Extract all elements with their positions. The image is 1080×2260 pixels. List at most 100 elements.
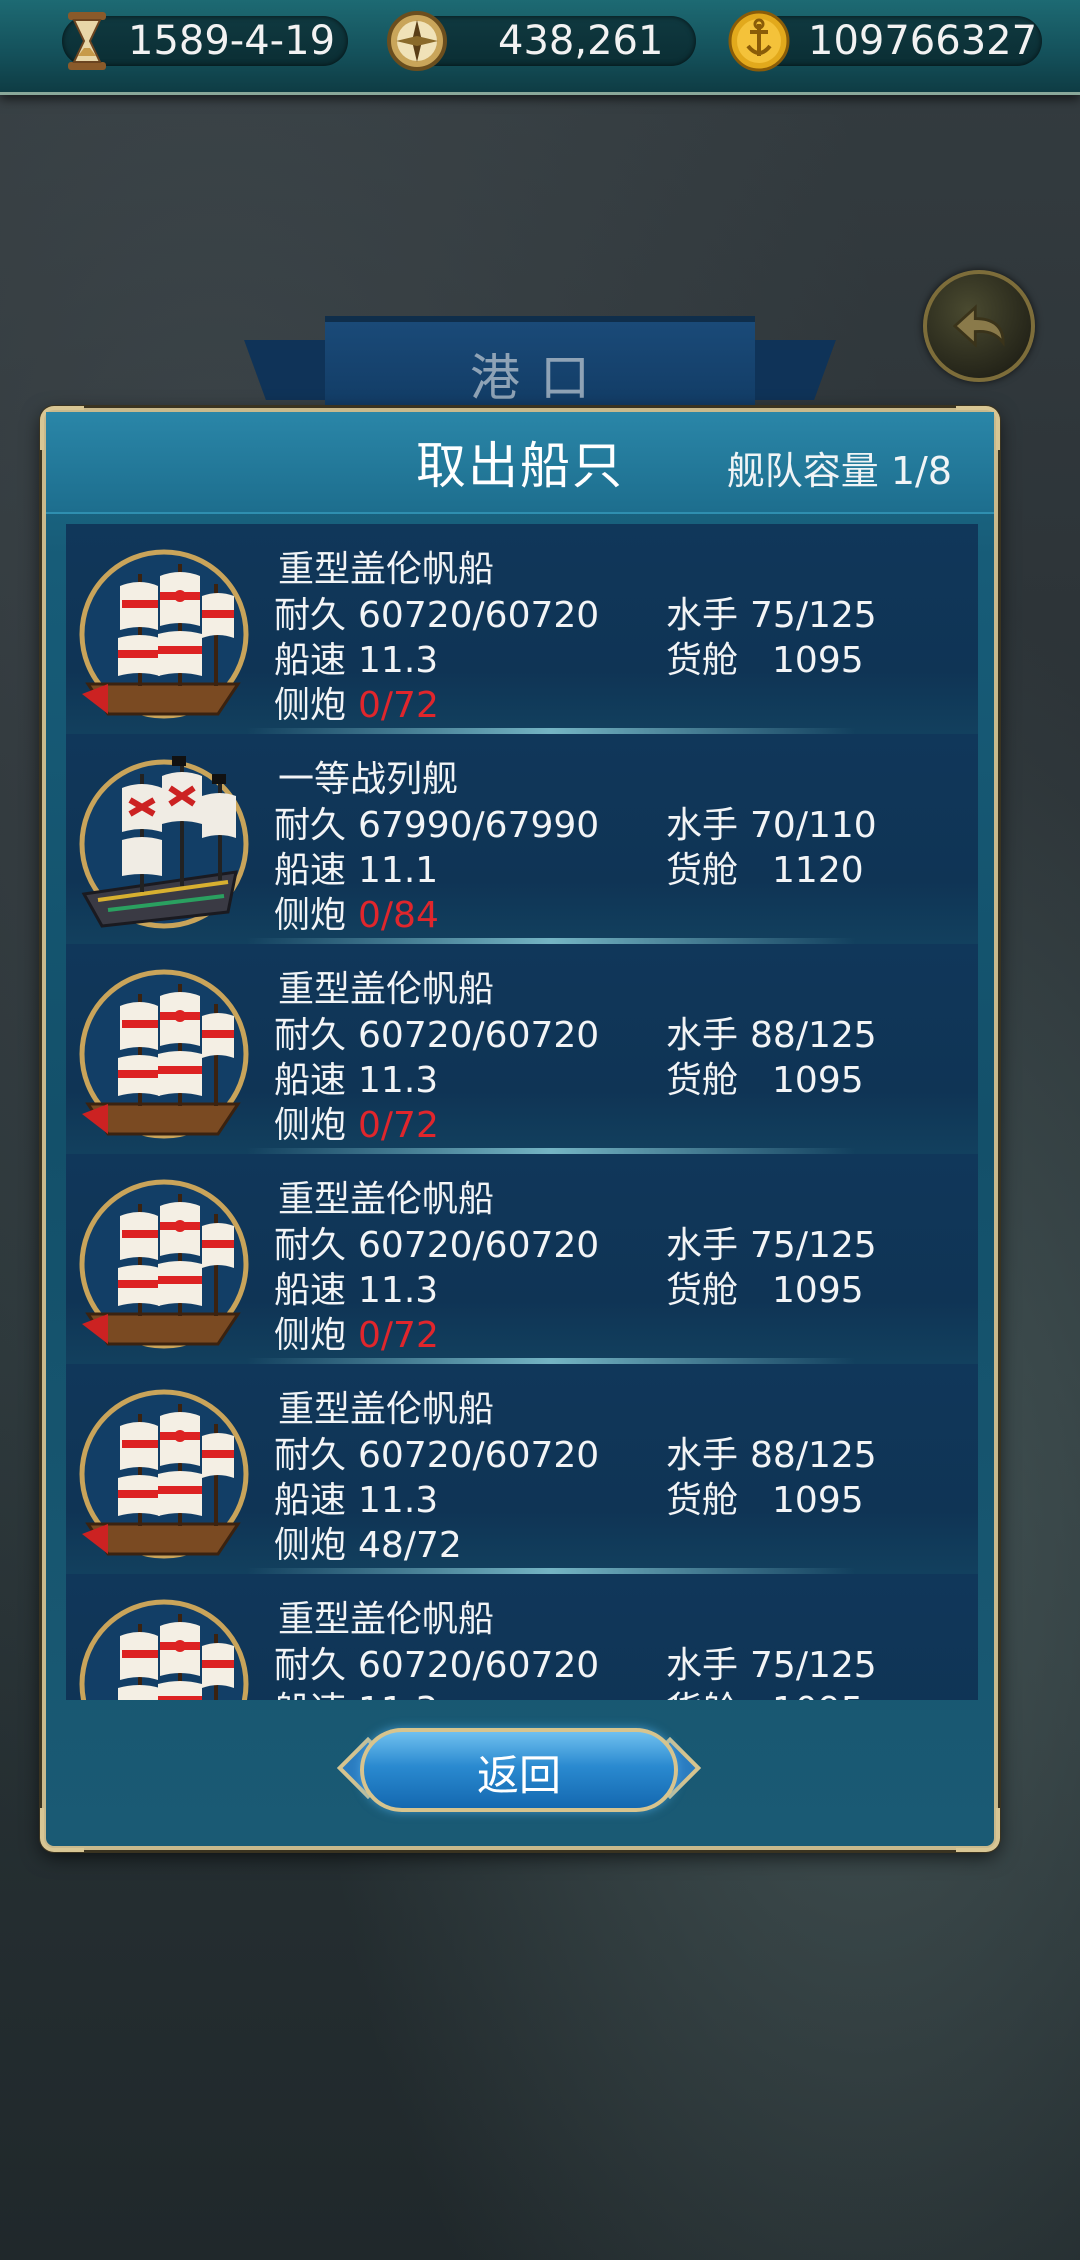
galleon-ship-icon — [79, 1179, 249, 1349]
crew-label: 水手 — [666, 1435, 739, 1476]
dialog-header: 取出船只 舰队容量 1/8 — [46, 412, 994, 514]
speed-value: 11.1 — [358, 850, 439, 891]
ship-broadside: 侧炮 0/72 — [274, 676, 439, 728]
cargo-label: 货舱 — [666, 850, 739, 891]
ship-row[interactable]: 重型盖伦帆船耐久 60720/60720 船速 11.3 侧炮 48/72 水手 88/125… — [66, 1364, 978, 1574]
speed-label: 船速 — [274, 640, 347, 681]
back-arrow-button[interactable] — [923, 270, 1035, 382]
cargo-value: 1120 — [772, 850, 864, 891]
durability-value: 67990/67990 — [358, 805, 600, 846]
ship-cargo: 货舱 1095 — [666, 1471, 864, 1523]
fleet-capacity-label: 舰队容量 — [726, 449, 879, 493]
ship-name: 重型盖伦帆船 — [278, 1599, 495, 1640]
gold-value: 109766327 — [808, 18, 1038, 64]
broadside-value: 0/72 — [358, 1315, 439, 1356]
durability-label: 耐久 — [274, 805, 347, 846]
galleon-ship-icon — [79, 1389, 249, 1559]
durability-value: 60720/60720 — [358, 595, 600, 636]
speed-value: 11.3 — [358, 1480, 439, 1521]
galleon-ship-icon — [79, 1599, 249, 1700]
withdraw-ship-dialog: 取出船只 舰队容量 1/8 重型盖伦帆船 耐久 60720/60720 船速 11.3 侧… — [40, 406, 1000, 1852]
hourglass-icon — [68, 12, 106, 70]
ship-speed: 船速 11.3 — [274, 1681, 438, 1700]
gold-coin-icon — [728, 10, 790, 72]
crew-label: 水手 — [666, 1015, 739, 1056]
crew-value: 75/125 — [750, 1645, 877, 1686]
crew-label: 水手 — [666, 1645, 739, 1686]
ship-broadside: 侧炮 0/84 — [274, 886, 439, 938]
durability-label: 耐久 — [274, 1015, 347, 1056]
return-button-label: 返回 — [476, 1751, 561, 1800]
crew-value: 88/125 — [750, 1435, 877, 1476]
speed-label: 船速 — [274, 850, 347, 891]
compass-value: 438,261 — [498, 18, 664, 64]
crew-value: 88/125 — [750, 1015, 877, 1056]
fleet-capacity-value: 1/8 — [890, 449, 952, 493]
durability-label: 耐久 — [274, 1645, 347, 1686]
ship-broadside: 侧炮 0/72 — [274, 1306, 439, 1358]
broadside-label: 侧炮 — [274, 1105, 347, 1146]
fleet-capacity: 舰队容量 1/8 — [727, 440, 952, 495]
cargo-value: 1095 — [772, 1270, 864, 1311]
cargo-label: 货舱 — [666, 1060, 739, 1101]
port-title: 港口 — [470, 349, 610, 407]
ship-of-the-line-icon — [79, 756, 249, 929]
broadside-value: 0/84 — [358, 895, 439, 936]
cargo-value: 1095 — [772, 640, 864, 681]
broadside-label: 侧炮 — [274, 1315, 347, 1356]
crew-value: 70/110 — [750, 805, 877, 846]
gold-resource: 109766327 — [728, 10, 1042, 72]
ship-row[interactable]: 一等战列舰 耐久 67990/67990 船速 11.1 侧炮 0/84 水手 70/110 货舱… — [66, 734, 978, 944]
ship-row[interactable]: 重型盖伦帆船耐久60720/60720船速11.3侧炮0/72水手75/125货… — [66, 1154, 978, 1364]
crew-label: 水手 — [666, 595, 739, 636]
durability-value: 60720/60720 — [358, 1645, 600, 1686]
ship-cargo: 货舱 1095 — [666, 631, 864, 683]
ship-broadside: 侧炮 48/72 — [274, 1516, 462, 1568]
ship-cargo: 货舱 1095 — [666, 1681, 864, 1700]
ship-name: 一等战列舰 — [278, 759, 459, 800]
ship-name: 重型盖伦帆船 — [278, 549, 495, 590]
ship-list[interactable]: 重型盖伦帆船 耐久 60720/60720 船速 11.3 侧炮 0/72 水手 75/125 货… — [66, 524, 978, 1700]
crew-value: 75/125 — [750, 595, 877, 636]
durability-label: 耐久 — [274, 1225, 347, 1266]
cargo-label: 货舱 — [666, 1270, 739, 1311]
galleon-ship-icon — [79, 969, 249, 1139]
ship-cargo: 货舱 1095 — [666, 1261, 864, 1313]
crew-label: 水手 — [666, 1225, 739, 1266]
speed-label: 船速 — [274, 1270, 347, 1311]
speed-value: 11.3 — [358, 1060, 439, 1101]
speed-value: 11.3 — [358, 1690, 438, 1700]
ship-row[interactable]: 重型盖伦帆船 耐久 60720/60720 船速 11.3 侧炮 0/72 水手 88/125 货… — [66, 944, 978, 1154]
broadside-label: 侧炮 — [274, 685, 347, 726]
speed-label: 船速 — [274, 1480, 347, 1521]
speed-label: 船速 — [274, 1690, 346, 1700]
ship-broadside: 侧炮 0/72 — [274, 1096, 439, 1148]
ship-name: 重型盖伦帆船 — [278, 1389, 495, 1430]
broadside-value: 0/72 — [358, 1105, 439, 1146]
durability-label: 耐久 — [274, 1435, 347, 1476]
broadside-label: 侧炮 — [274, 895, 347, 936]
compass-resource: 438,261 — [387, 11, 696, 71]
speed-label: 船速 — [274, 1060, 347, 1101]
date-value: 1589-4-19 — [128, 18, 336, 64]
cargo-value: 1095 — [772, 1060, 864, 1101]
galleon-ship-icon — [79, 549, 249, 719]
ship-cargo: 货舱 1095 — [666, 1051, 864, 1103]
durability-value: 60720/60720 — [358, 1015, 600, 1056]
resource-bar: 1589-4-19 438,261 109766327 — [0, 0, 1080, 95]
crew-value: 75/125 — [750, 1225, 877, 1266]
ship-row[interactable]: 重型盖伦帆船耐久60720/60720船速11.3侧炮0/72水手75/125货… — [66, 1574, 978, 1700]
speed-value: 11.3 — [358, 1270, 439, 1311]
cargo-label: 货舱 — [666, 1480, 739, 1521]
broadside-value: 48/72 — [358, 1525, 462, 1566]
back-arrow-icon — [952, 304, 1005, 348]
return-button[interactable]: 返回 — [336, 1722, 702, 1818]
ship-row[interactable]: 重型盖伦帆船耐久60720/60720船速11.3侧炮0/72水手75/125货… — [66, 524, 978, 734]
broadside-label: 侧炮 — [274, 1525, 347, 1566]
broadside-value: 0/72 — [358, 685, 439, 726]
durability-value: 60720/60720 — [358, 1225, 600, 1266]
durability-value: 60720/60720 — [358, 1435, 600, 1476]
date-display: 1589-4-19 — [62, 12, 348, 70]
cargo-value: 1095 — [772, 1480, 864, 1521]
speed-value: 11.3 — [358, 640, 439, 681]
